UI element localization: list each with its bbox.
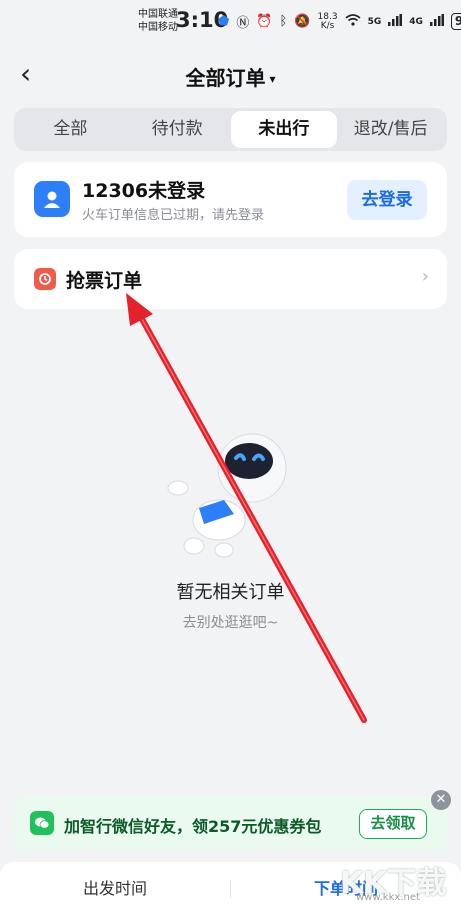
signal-2-label: 4G (409, 16, 423, 27)
clock-icon (34, 268, 56, 290)
carrier-1: 中国联通 (138, 9, 178, 20)
signal-icon-2 (429, 13, 444, 30)
net-speed: 18.3 K/s (318, 12, 338, 31)
robot-illustration (167, 433, 287, 558)
wifi-icon (345, 13, 361, 30)
alarm-icon: ⏰ (256, 14, 273, 29)
wechat-icon (30, 811, 54, 835)
login-card: 12306未登录 火车订单信息已过期，请先登录 去登录 (14, 162, 447, 237)
tab-refund-aftersale[interactable]: 退改/售后 (337, 111, 444, 148)
login-subtitle: 火车订单信息已过期，请先登录 (82, 208, 265, 223)
tab-pending-payment[interactable]: 待付款 (124, 111, 231, 148)
user-icon (34, 181, 70, 217)
shield-icon: ⬟ (218, 14, 230, 29)
bluetooth-icon: ᛒ (279, 14, 288, 29)
mute-icon: 🔕 (294, 14, 311, 29)
grab-ticket-orders-row[interactable]: 抢票订单 › (14, 249, 447, 309)
signal-1-label: 5G (367, 16, 382, 27)
carrier-names: 中国联通 中国移动 (138, 8, 178, 34)
tab-not-travelled[interactable]: 未出行 (230, 111, 338, 148)
chevron-right-icon: › (421, 266, 429, 287)
claim-button[interactable]: 去领取 (359, 809, 427, 839)
login-title: 12306未登录 (82, 180, 206, 202)
caret-down-icon: ▾ (269, 72, 276, 86)
tab-all[interactable]: 全部 (17, 111, 124, 148)
page-title-dropdown[interactable]: 全部订单 ▾ (0, 62, 461, 91)
status-icons: ⬟ Ⓝ ⏰ ᛒ 🔕 18.3 K/s 5G 4G 98 (218, 12, 461, 31)
wechat-promo-banner[interactable]: 加智行微信好友，领257元优惠券包 去领取 ✕ (14, 790, 451, 850)
grab-ticket-label: 抢票订单 (66, 270, 143, 292)
banner-text: 加智行微信好友，领257元优惠券包 (64, 817, 322, 836)
battery-indicator: 98 (450, 13, 461, 30)
empty-state-subtitle: 去别处逛逛吧~ (182, 615, 279, 631)
net-speed-unit: K/s (320, 20, 335, 31)
watermark-url: www.kkx.net (356, 892, 420, 903)
status-bar: 中国联通 中国移动 3:10 ⬟ Ⓝ ⏰ ᛒ 🔕 18.3 K/s 5G 4G … (0, 0, 461, 44)
carrier-2: 中国移动 (138, 22, 178, 33)
login-button[interactable]: 去登录 (347, 180, 427, 220)
sort-by-departure[interactable]: 出发时间 (0, 862, 230, 906)
order-filter-tabs: 全部 待付款 未出行 退改/售后 (14, 108, 447, 151)
close-icon[interactable]: ✕ (431, 790, 451, 810)
nav-bar: ‹ 全部订单 ▾ (0, 52, 461, 100)
nfc-icon: Ⓝ (236, 16, 250, 31)
page-title: 全部订单 (185, 66, 266, 90)
empty-state-title: 暂无相关订单 (176, 582, 285, 603)
signal-icon (388, 13, 403, 30)
